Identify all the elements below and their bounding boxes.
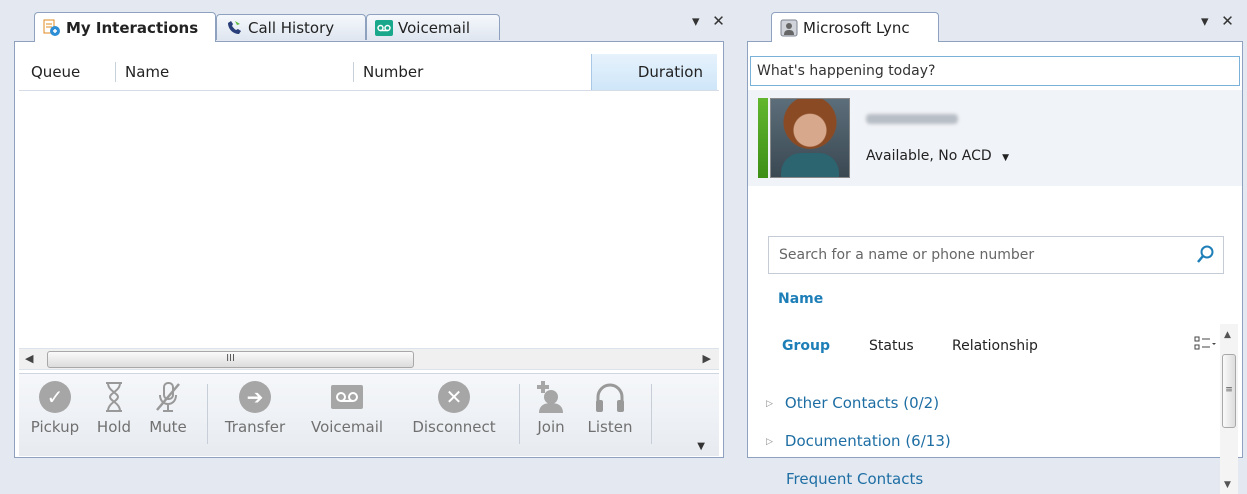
interactions-panel: Queue Name Number Duration ◀ III ▶ ✓ Pic…	[14, 41, 724, 458]
scroll-down-icon[interactable]: ▼	[1224, 480, 1231, 490]
mute-label: Mute	[149, 418, 187, 436]
chevron-down-icon: ▼	[1002, 153, 1010, 163]
join-button[interactable]: Join	[527, 380, 575, 436]
column-duration[interactable]: Duration	[591, 54, 717, 90]
filter-group[interactable]: Group	[782, 338, 830, 354]
voicemail-icon	[330, 380, 364, 414]
tab-label: Call History	[248, 18, 335, 37]
right-pane-controls[interactable]: ▾ ✕	[1201, 12, 1238, 30]
transfer-label: Transfer	[224, 418, 286, 436]
left-tabstrip: My Interactions Call History Voicemail	[0, 12, 732, 42]
hold-button[interactable]: Hold	[89, 380, 139, 436]
my-presence-area: Available, No ACD ▼	[748, 90, 1242, 186]
column-divider[interactable]	[353, 62, 354, 82]
scrollbar-thumb[interactable]: III	[47, 351, 414, 368]
mute-icon	[151, 380, 185, 414]
transfer-button[interactable]: ➔ Transfer	[215, 380, 295, 436]
filter-relationship[interactable]: Relationship	[952, 338, 1038, 354]
left-pane-controls[interactable]: ▾ ✕	[692, 12, 729, 30]
listen-button[interactable]: Listen	[579, 380, 641, 436]
call-history-icon	[225, 19, 243, 37]
lync-contact-icon	[780, 19, 798, 37]
toolbar-divider	[651, 384, 652, 444]
grid-header: Queue Name Number Duration	[19, 54, 719, 91]
name-heading: Name	[778, 291, 824, 307]
interactions-icon	[43, 19, 61, 37]
pickup-button[interactable]: ✓ Pickup	[25, 380, 85, 436]
voicemail-label: Voicemail	[310, 418, 384, 436]
horizontal-scrollbar[interactable]: ◀ III ▶	[19, 348, 719, 370]
tab-call-history[interactable]: Call History	[216, 14, 366, 40]
disconnect-icon: ✕	[437, 380, 471, 414]
column-divider[interactable]	[115, 62, 116, 82]
group-label: Frequent Contacts	[786, 470, 924, 488]
scroll-left-icon[interactable]: ◀	[25, 352, 33, 365]
group-label: Other Contacts (0/2)	[784, 394, 940, 412]
lync-pane: Microsoft Lync ▾ ✕ What's happening toda…	[739, 0, 1247, 494]
status-message-input[interactable]: What's happening today?	[750, 56, 1240, 86]
availability-dropdown[interactable]: Available, No ACD ▼	[866, 148, 1009, 164]
disconnect-label: Disconnect	[412, 418, 496, 436]
contact-filter-tabs: Group Status Relationship	[748, 338, 1202, 360]
presence-indicator	[758, 98, 768, 178]
transfer-icon: ➔	[238, 380, 272, 414]
tab-my-interactions[interactable]: My Interactions	[34, 12, 216, 42]
redacted-user-name	[866, 114, 958, 124]
contact-search-input[interactable]: Search for a name or phone number	[768, 236, 1224, 274]
lync-panel: What's happening today? Available, No AC…	[747, 41, 1243, 494]
pickup-label: Pickup	[30, 418, 80, 436]
listen-label: Listen	[587, 418, 633, 436]
voicemail-button[interactable]: Voicemail	[299, 380, 395, 436]
tab-label: Microsoft Lync	[803, 18, 910, 37]
toolbar-divider	[519, 384, 520, 444]
scroll-up-icon[interactable]: ▲	[1224, 330, 1231, 340]
group-documentation[interactable]: ▷ Documentation (6/13)	[766, 432, 951, 450]
avatar[interactable]	[770, 98, 850, 178]
mute-button[interactable]: Mute	[143, 380, 193, 436]
headphones-icon	[593, 380, 627, 414]
scrollbar-thumb[interactable]: ≡	[1222, 354, 1236, 428]
disconnect-button[interactable]: ✕ Disconnect	[399, 380, 509, 436]
call-control-toolbar: ✓ Pickup Hold Mute ➔ Transfer Voicemail …	[19, 373, 719, 456]
right-tabstrip: Microsoft Lync	[739, 12, 1247, 42]
group-label: Documentation (6/13)	[784, 432, 951, 450]
toolbar-overflow-icon[interactable]: ▼	[697, 441, 705, 452]
hourglass-icon	[97, 380, 131, 414]
column-name[interactable]: Name	[125, 54, 169, 90]
column-number[interactable]: Number	[363, 54, 423, 90]
group-frequent-contacts[interactable]: Frequent Contacts	[786, 470, 923, 488]
contacts-scrollbar[interactable]: ▲ ≡ ▼	[1220, 324, 1238, 494]
list-view-icon[interactable]	[1194, 336, 1216, 356]
column-queue[interactable]: Queue	[31, 54, 80, 90]
group-other-contacts[interactable]: ▷ Other Contacts (0/2)	[766, 394, 939, 412]
scroll-right-icon[interactable]: ▶	[703, 352, 711, 365]
availability-label: Available, No ACD	[866, 148, 992, 164]
tab-microsoft-lync[interactable]: Microsoft Lync	[771, 12, 939, 42]
toolbar-divider	[207, 384, 208, 444]
tab-voicemail[interactable]: Voicemail	[366, 14, 500, 40]
tab-label: Voicemail	[398, 18, 471, 37]
pickup-icon: ✓	[38, 380, 72, 414]
expand-arrow-icon[interactable]: ▷	[766, 399, 773, 409]
search-icon[interactable]	[1196, 244, 1216, 264]
join-label: Join	[537, 418, 565, 436]
filter-status[interactable]: Status	[869, 338, 914, 354]
tab-label: My Interactions	[66, 18, 199, 37]
join-icon	[534, 380, 568, 414]
interactions-pane: My Interactions Call History Voicemail ▾…	[0, 0, 732, 461]
hold-label: Hold	[96, 418, 132, 436]
expand-arrow-icon[interactable]: ▷	[766, 437, 773, 447]
voicemail-icon	[375, 19, 393, 37]
